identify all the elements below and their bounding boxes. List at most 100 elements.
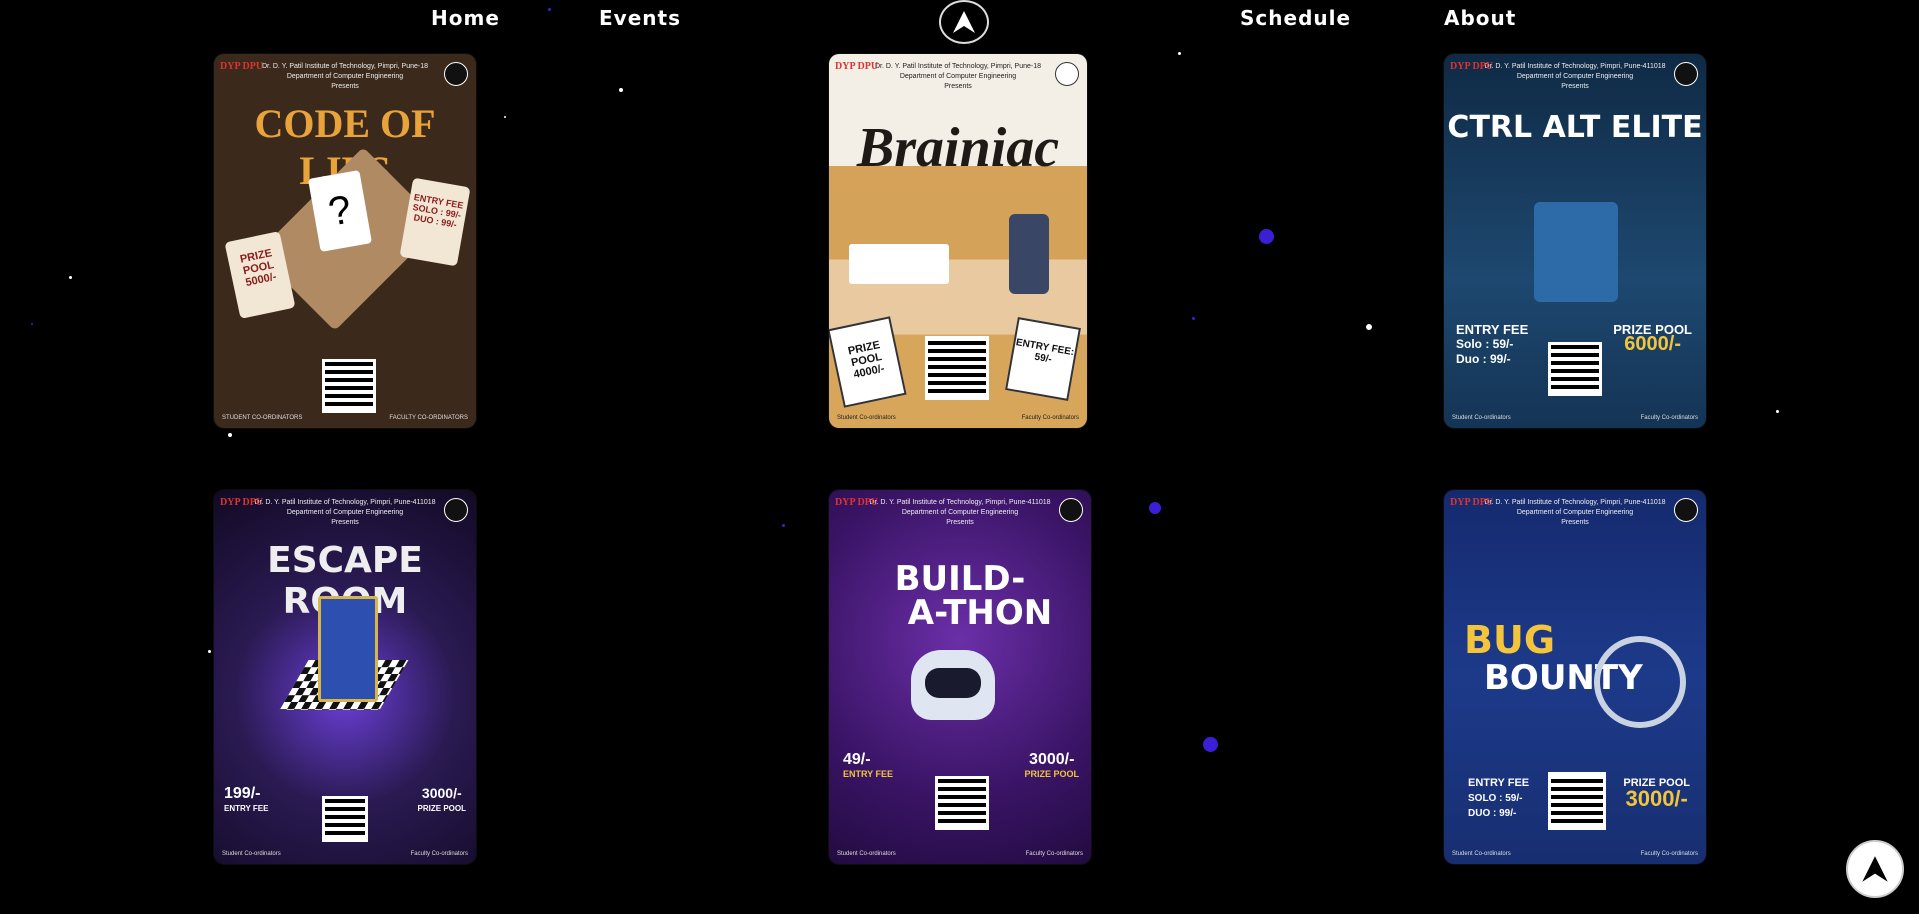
dyp-logo: DYP DPU	[220, 497, 264, 508]
presents-label: Presents	[331, 83, 359, 90]
robot-face-icon	[925, 668, 981, 698]
club-badge-button[interactable]	[1846, 840, 1904, 898]
prize-amount: 6000/-	[1624, 333, 1681, 355]
qr-code	[1548, 342, 1602, 396]
dyp-logo: DYP DPU	[835, 497, 879, 508]
magnifier-icon	[1594, 636, 1686, 728]
fee-amount: 199/-	[224, 785, 261, 802]
qr-code	[935, 776, 989, 830]
poster-footer: Student Co-ordinators Faculty Co-ordinat…	[837, 414, 1079, 422]
event-poster-build-a-thon[interactable]: DYP DPU Dr. D. Y. Patil Institute of Tec…	[829, 490, 1091, 864]
poster-title: BUILD- A-THON	[829, 562, 1091, 630]
faculty-coordinators: Faculty Co-ordinators	[1025, 851, 1083, 857]
poster-footer: Student Co-ordinators Faculty Co-ordinat…	[222, 850, 468, 858]
prize-block: PRIZE POOL 6000/-	[1613, 322, 1692, 355]
student-coordinators: Student Co-ordinators	[837, 851, 896, 857]
fee-duo: DUO : 99/-	[1468, 808, 1517, 819]
prize-label: PRIZE POOL	[1024, 769, 1079, 779]
event-poster-escape-room[interactable]: DYP DPU Dr. D. Y. Patil Institute of Tec…	[214, 490, 476, 864]
club-badge-icon	[444, 498, 468, 522]
fee-amount: 49/-	[843, 751, 871, 768]
fee-clipboard: ENTRY FEE: 59/-	[1005, 317, 1081, 401]
poster-header: DYP DPU Dr. D. Y. Patil Institute of Tec…	[1444, 490, 1706, 528]
fee-card: ENTRY FEE SOLO : 99/- DUO : 99/-	[399, 177, 471, 267]
fee-block: 49/- ENTRY FEE	[843, 752, 893, 782]
poster-title: Brainiac	[856, 117, 1060, 179]
qr-code	[322, 359, 376, 413]
club-badge-icon	[1674, 62, 1698, 86]
prize-amount: 3000/-	[1625, 786, 1688, 811]
coder-illustration	[1534, 202, 1618, 302]
club-logo-icon	[1862, 856, 1888, 882]
prize-block: 3000/- PRIZE POOL	[1024, 752, 1079, 782]
faculty-coordinators: Faculty Co-ordinators	[1640, 415, 1698, 421]
department-name: Department of Computer Engineering	[286, 509, 404, 516]
department-name: Department of Computer Engineering	[899, 73, 1017, 80]
faculty-coordinators: Faculty Co-ordinators	[410, 851, 468, 857]
fee-block: ENTRY FEE SOLO : 59/- DUO : 99/-	[1468, 776, 1529, 821]
entry-fee-label: ENTRY FEE	[843, 769, 894, 779]
department-name: Department of Computer Engineering	[901, 509, 1019, 516]
fee-block: ENTRY FEE Solo : 59/- Duo : 99/-	[1456, 322, 1528, 367]
qr-code	[322, 796, 368, 842]
presents-label: Presents	[331, 519, 359, 526]
poster-header: DYP DPU Dr. D. Y. Patil Institute of Tec…	[214, 490, 476, 528]
department-name: Department of Computer Engineering	[1516, 73, 1634, 80]
presents-label: Presents	[1561, 83, 1589, 90]
student-coordinators: Student Co-ordinators	[222, 851, 281, 857]
event-poster-ctrl-alt-elite[interactable]: DYP DPU Dr. D. Y. Patil Institute of Tec…	[1444, 54, 1706, 428]
nav-home[interactable]: Home	[431, 6, 500, 30]
entry-fee-label: ENTRY FEE	[1468, 777, 1530, 789]
poster-header: DYP DPU Dr. D. Y. Patil Institute of Tec…	[829, 490, 1091, 528]
club-badge-icon	[1059, 498, 1083, 522]
event-poster-brainiac[interactable]: DYP DPU Dr. D. Y. Patil Institute of Tec…	[829, 54, 1087, 428]
prize-amount: 3000/-	[1029, 751, 1075, 768]
poster-footer: Student Co-ordinators Faculty Co-ordinat…	[1452, 850, 1698, 858]
faculty-coordinators: Faculty Co-ordinators	[1021, 415, 1079, 421]
nav-events[interactable]: Events	[599, 6, 681, 30]
fee-duo: Duo : 99/-	[1456, 352, 1511, 366]
logo-icon	[953, 11, 975, 33]
poster-footer: Student Co-ordinators Faculty Co-ordinat…	[837, 850, 1083, 858]
prize-block: 3000/- PRIZE POOL	[418, 786, 466, 816]
poster-title: CTRL ALT ELITE	[1447, 110, 1703, 145]
dyp-logo: DYP DPU	[1450, 61, 1494, 72]
prize-clipboard: PRIZE POOL 4000/-	[829, 316, 907, 408]
fee-solo: Solo : 59/-	[1456, 337, 1514, 351]
department-name: Department of Computer Engineering	[286, 73, 404, 80]
poster-header: DYP DPU Dr. D. Y. Patil Institute of Tec…	[214, 54, 476, 92]
poster-header: DYP DPU Dr. D. Y. Patil Institute of Tec…	[1444, 54, 1706, 92]
presents-label: Presents	[1561, 519, 1589, 526]
entry-fee-label: ENTRY FEE	[224, 804, 269, 813]
dyp-logo: DYP DPU	[835, 61, 879, 72]
nav-about[interactable]: About	[1444, 6, 1516, 30]
club-badge-icon	[444, 62, 468, 86]
entry-fee-label: ENTRY FEE	[1456, 322, 1529, 337]
event-poster-code-of-lies[interactable]: DYP DPU Dr. D. Y. Patil Institute of Tec…	[214, 54, 476, 428]
faculty-coordinators: Faculty Co-ordinators	[1640, 851, 1698, 857]
fee-solo: SOLO : 59/-	[1468, 793, 1523, 804]
student-coordinators: STUDENT CO-ORDINATORS	[222, 415, 303, 421]
presents-label: Presents	[946, 519, 974, 526]
student-coordinators: Student Co-ordinators	[1452, 415, 1511, 421]
prize-label: PRIZE POOL	[417, 804, 466, 813]
student-coordinators: Student Co-ordinators	[837, 415, 896, 421]
dyp-logo: DYP DPU	[220, 61, 264, 72]
club-badge-icon	[1674, 498, 1698, 522]
qr-code	[925, 336, 989, 400]
nav-schedule[interactable]: Schedule	[1240, 6, 1351, 30]
qr-code	[1548, 772, 1606, 830]
club-badge-icon	[1055, 62, 1079, 86]
prize-amount: 3000/-	[421, 785, 462, 801]
door-icon	[318, 596, 378, 702]
poster-header: DYP DPU Dr. D. Y. Patil Institute of Tec…	[829, 54, 1087, 92]
prize-block: PRIZE POOL 3000/-	[1623, 776, 1690, 811]
dyp-logo: DYP DPU	[1450, 497, 1494, 508]
department-name: Department of Computer Engineering	[1516, 509, 1634, 516]
faculty-coordinators: FACULTY CO-ORDINATORS	[389, 415, 468, 421]
title-line-2: A-THON	[907, 593, 1053, 633]
logo[interactable]	[939, 0, 989, 44]
title-line-1: BUILD-	[894, 559, 1026, 599]
fee-block: 199/- ENTRY FEE	[224, 786, 268, 816]
event-poster-bug-bounty[interactable]: DYP DPU Dr. D. Y. Patil Institute of Tec…	[1444, 490, 1706, 864]
